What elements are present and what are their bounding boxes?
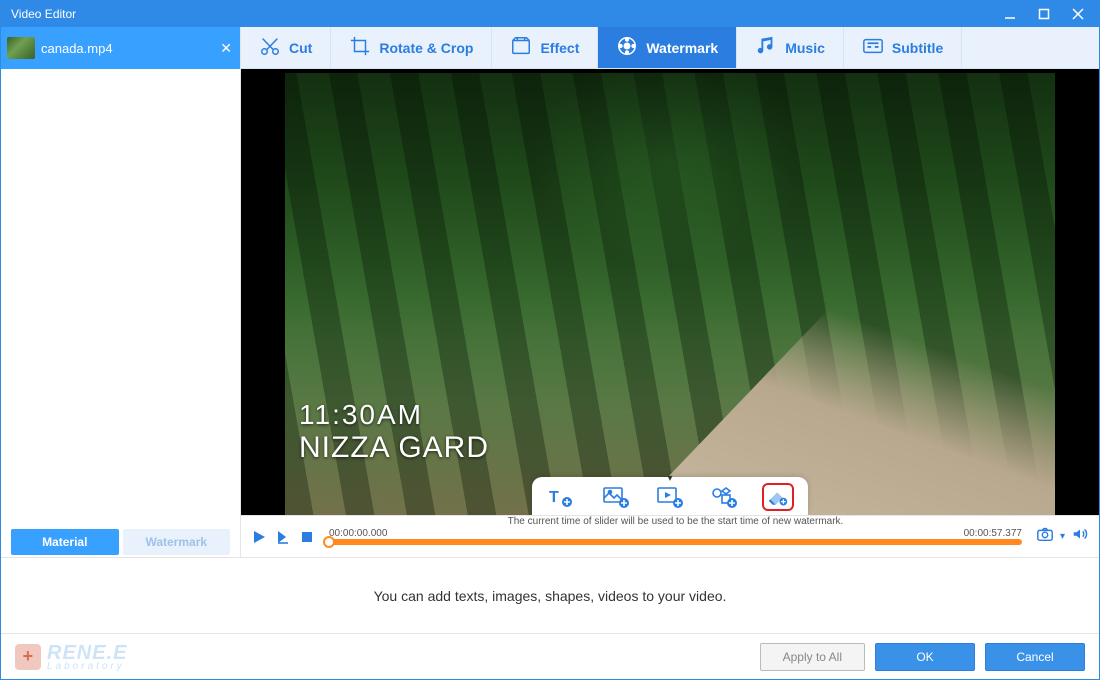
footer: + RENE.E Laboratory Apply to All OK Canc… bbox=[1, 633, 1099, 679]
timeline-thumb[interactable] bbox=[323, 536, 335, 548]
content-area: Cut Rotate & Crop Effect bbox=[241, 27, 1099, 557]
overlay-title: NIZZA GARD bbox=[299, 431, 489, 465]
close-window-button[interactable] bbox=[1061, 1, 1095, 27]
volume-button[interactable] bbox=[1071, 525, 1089, 548]
add-shape-watermark-button[interactable] bbox=[708, 483, 740, 511]
tab-rotate-crop[interactable]: Rotate & Crop bbox=[331, 27, 492, 68]
snapshot-button[interactable] bbox=[1036, 525, 1054, 548]
tab-cut-label: Cut bbox=[289, 40, 312, 56]
maximize-button[interactable] bbox=[1027, 1, 1061, 27]
brand-plus-icon: + bbox=[15, 644, 41, 670]
crop-icon bbox=[349, 35, 371, 60]
sidebar-body bbox=[1, 69, 240, 527]
file-name: canada.mp4 bbox=[41, 41, 214, 56]
stop-button[interactable] bbox=[299, 529, 315, 545]
brand-logo: + RENE.E Laboratory bbox=[15, 642, 127, 672]
overlay-time: 11:30AM bbox=[299, 399, 489, 431]
tab-watermark-label: Watermark bbox=[646, 40, 718, 56]
effect-icon bbox=[510, 35, 532, 60]
minimize-button[interactable] bbox=[993, 1, 1027, 27]
scissors-icon bbox=[259, 35, 281, 60]
step-button[interactable] bbox=[275, 529, 291, 545]
tab-subtitle-label: Subtitle bbox=[892, 40, 943, 56]
titlebar: Video Editor bbox=[1, 1, 1099, 27]
music-icon bbox=[755, 35, 777, 60]
apply-to-all-button[interactable]: Apply to All bbox=[760, 643, 865, 671]
file-tab[interactable]: canada.mp4 ✕ bbox=[1, 27, 240, 69]
tab-subtitle[interactable]: Subtitle bbox=[844, 27, 962, 68]
video-preview[interactable]: 11:30AM NIZZA GARD T ▾ bbox=[285, 73, 1055, 515]
ok-button[interactable]: OK bbox=[875, 643, 975, 671]
sidebar-tabs: Material Watermark bbox=[1, 527, 240, 557]
play-button[interactable] bbox=[251, 529, 267, 545]
cancel-button[interactable]: Cancel bbox=[985, 643, 1085, 671]
subtitle-icon bbox=[862, 35, 884, 60]
timeline-hint: The current time of slider will be used … bbox=[508, 516, 844, 537]
brand-sub: Laboratory bbox=[47, 661, 127, 672]
close-file-icon[interactable]: ✕ bbox=[220, 40, 232, 57]
add-video-watermark-button[interactable]: ▾ bbox=[654, 483, 686, 511]
watermark-icon bbox=[616, 35, 638, 60]
timeline-track[interactable] bbox=[329, 539, 1022, 545]
tab-rotate-crop-label: Rotate & Crop bbox=[379, 40, 473, 56]
snapshot-dropdown-icon[interactable]: ▾ bbox=[1060, 531, 1065, 542]
watermark-add-toolbar: T ▾ bbox=[532, 477, 808, 515]
add-image-watermark-button[interactable] bbox=[600, 483, 632, 511]
add-text-watermark-button[interactable]: T bbox=[546, 483, 578, 511]
app-window: Video Editor canada.mp4 ✕ Material Water… bbox=[0, 0, 1100, 680]
timeline: 00:00:00.000 The current time of slider … bbox=[241, 515, 1099, 557]
tab-music-label: Music bbox=[785, 40, 825, 56]
tab-cut[interactable]: Cut bbox=[241, 27, 331, 68]
info-message: You can add texts, images, shapes, video… bbox=[1, 557, 1099, 633]
sidebar-tab-watermark[interactable]: Watermark bbox=[123, 529, 231, 555]
svg-text:T: T bbox=[549, 489, 559, 506]
tool-tabs: Cut Rotate & Crop Effect bbox=[241, 27, 1099, 69]
window-title: Video Editor bbox=[11, 7, 993, 21]
tab-music[interactable]: Music bbox=[737, 27, 844, 68]
tab-effect-label: Effect bbox=[540, 40, 579, 56]
preview-wrap: 11:30AM NIZZA GARD T ▾ bbox=[241, 69, 1099, 515]
time-start: 00:00:00.000 bbox=[329, 528, 387, 539]
chevron-down-icon: ▾ bbox=[667, 473, 672, 484]
sidebar: canada.mp4 ✕ Material Watermark bbox=[1, 27, 241, 557]
add-remove-watermark-button[interactable] bbox=[762, 483, 794, 511]
tab-effect[interactable]: Effect bbox=[492, 27, 598, 68]
sidebar-tab-material[interactable]: Material bbox=[11, 529, 119, 555]
preview-overlay-text: 11:30AM NIZZA GARD bbox=[299, 399, 489, 465]
file-thumbnail bbox=[7, 37, 35, 59]
time-end: 00:00:57.377 bbox=[964, 528, 1022, 539]
tab-watermark[interactable]: Watermark bbox=[598, 27, 737, 68]
